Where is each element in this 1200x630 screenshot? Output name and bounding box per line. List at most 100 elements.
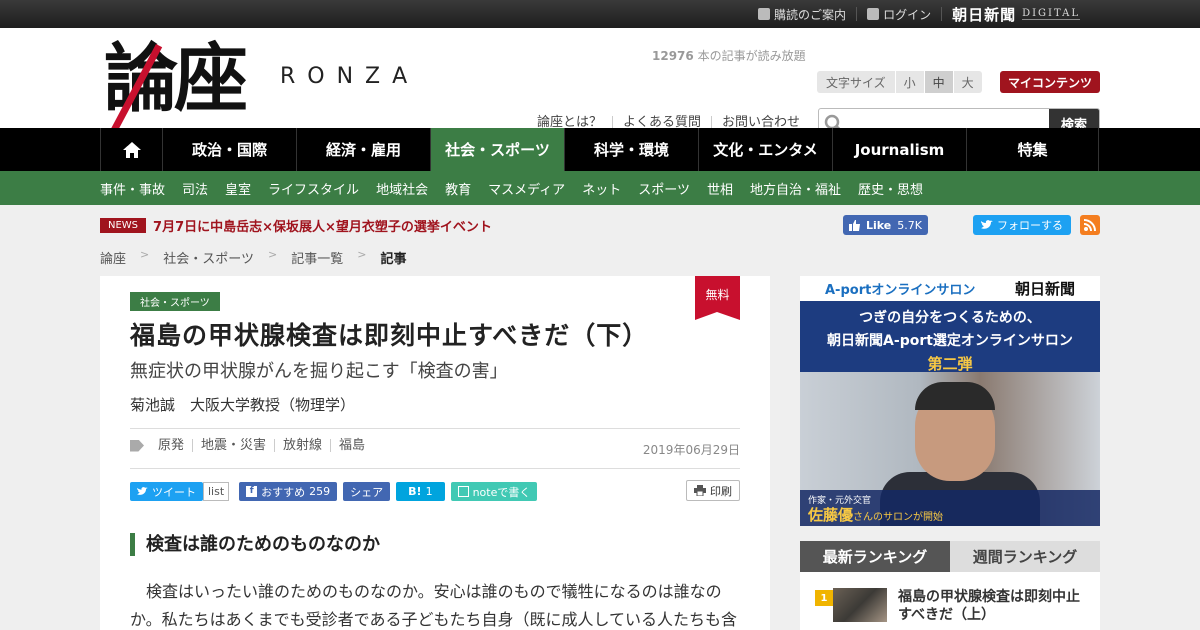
category-badge[interactable]: 社会・スポーツ <box>130 292 220 311</box>
note-icon <box>457 486 469 497</box>
login-label: ログイン <box>883 7 932 22</box>
global-nav: 政治・国際 経済・雇用 社会・スポーツ 科学・環境 文化・エンタメ Journa… <box>0 128 1200 171</box>
ronza-logo[interactable]: 論座 RONZA <box>104 36 454 136</box>
twitter-bird-icon <box>981 220 993 229</box>
subnav-item[interactable]: 世相 <box>707 179 733 198</box>
breadcrumb-item[interactable]: 論座 <box>100 248 126 267</box>
facebook-recommend-button[interactable]: f おすすめ 259 <box>239 482 338 501</box>
ranking-item[interactable]: 1 福島の甲状腺検査は即刻中止すべきだ（上） <box>800 572 1100 630</box>
salon-ad-banner[interactable]: A-portオンラインサロン 朝日新聞 つぎの自分をつくるための、 朝日新聞A-… <box>800 276 1100 526</box>
twitter-follow-button[interactable]: フォローする <box>973 215 1071 235</box>
caption-tail: さんのサロンが開始 <box>853 512 944 523</box>
like-count: 5.7K <box>897 218 922 232</box>
divider <box>130 468 740 469</box>
section-heading: 検査は誰のためのものなのか <box>130 533 380 556</box>
caption-person: 佐藤優 <box>808 506 854 524</box>
breadcrumb-item[interactable]: 社会・スポーツ <box>163 248 254 267</box>
font-size-large[interactable]: 大 <box>953 71 982 93</box>
subnav-item[interactable]: マスメディア <box>488 179 565 198</box>
facebook-icon: f <box>246 486 258 497</box>
digital-label: DIGITAL <box>1022 8 1080 20</box>
thumbs-up-icon <box>849 219 860 231</box>
nav-item-culture[interactable]: 文化・エンタメ <box>699 128 833 171</box>
print-label: 印刷 <box>710 484 732 498</box>
asahi-digital-logo[interactable]: 朝日新聞 DIGITAL <box>942 4 1080 25</box>
note-label: noteで書く <box>472 485 531 499</box>
subscribe-label: 購読のご案内 <box>774 7 847 22</box>
twitter-list-button[interactable]: list <box>203 482 230 501</box>
breadcrumb: 論座 > 社会・スポーツ > 記事一覧 > 記事 <box>100 248 406 267</box>
subnav-item[interactable]: 地域社会 <box>376 179 428 198</box>
ad-header: A-portオンラインサロン 朝日新聞 <box>800 276 1100 301</box>
nav-item-science[interactable]: 科学・環境 <box>565 128 699 171</box>
hatena-bookmark-button[interactable]: B! 1 <box>396 482 445 501</box>
subnav-item[interactable]: 事件・事故 <box>100 179 165 198</box>
ranking-title: 福島の甲状腺検査は即刻中止すべきだ（上） <box>898 589 1080 623</box>
font-size-medium[interactable]: 中 <box>924 71 954 93</box>
news-tag: NEWS <box>100 218 147 233</box>
ad-caption: 作家・元外交官 佐藤優さんのサロンが開始 <box>800 490 1100 526</box>
breadcrumb-item[interactable]: 記事一覧 <box>291 248 343 267</box>
article-body: 検査はいったい誰のためのものなのか。安心は誰のもので犠牲になるのは誰なのか。私た… <box>130 582 738 629</box>
note-button[interactable]: noteで書く <box>450 482 538 501</box>
aport-logo: A-portオンラインサロン <box>825 283 976 298</box>
top-links: 購読のご案内 ログイン 朝日新聞 DIGITAL <box>748 0 1080 28</box>
ranking-tabs: 最新ランキング 週間ランキング <box>800 541 1100 572</box>
free-badge: 無料 <box>695 276 740 320</box>
subnav-item[interactable]: ライフスタイル <box>268 179 359 198</box>
article-card: 社会・スポーツ 無料 福島の甲状腺検査は即刻中止すべきだ（下） 無症状の甲状腺が… <box>100 276 770 630</box>
font-size-label: 文字サイズ <box>817 71 896 93</box>
tweet-label: ツイート <box>152 485 196 499</box>
recommend-count: 259 <box>309 485 331 498</box>
like-label: Like <box>866 218 892 232</box>
divider <box>130 428 740 429</box>
subnav-item[interactable]: 皇室 <box>225 179 251 198</box>
tweet-button[interactable]: ツイート <box>130 482 203 501</box>
nav-home[interactable] <box>101 128 163 171</box>
nav-item-society[interactable]: 社会・スポーツ <box>431 128 565 171</box>
tab-weekly-ranking[interactable]: 週間ランキング <box>950 541 1100 572</box>
top-bar: 購読のご案内 ログイン 朝日新聞 DIGITAL <box>0 0 1200 28</box>
asahi-logo: 朝日新聞 <box>1014 280 1075 298</box>
asahi-brand: 朝日新聞 <box>952 5 1017 24</box>
home-icon <box>122 141 141 158</box>
login-link[interactable]: ログイン <box>857 7 943 22</box>
edit-icon <box>758 8 771 20</box>
read-count: 12976 本の記事が読み放題 <box>652 47 806 64</box>
ranking-thumbnail <box>833 588 887 622</box>
facebook-like-button[interactable]: Like 5.7K <box>843 215 928 235</box>
follow-label: フォローする <box>997 219 1063 232</box>
tag-link[interactable]: 地震・災害 <box>193 439 276 452</box>
subnav-item[interactable]: ネット <box>582 179 621 198</box>
tab-latest-ranking[interactable]: 最新ランキング <box>800 541 950 572</box>
font-size-small[interactable]: 小 <box>895 71 925 93</box>
my-content-button[interactable]: マイコンテンツ <box>1000 71 1100 93</box>
tag-link[interactable]: 原発 <box>150 439 194 452</box>
subnav-item[interactable]: 司法 <box>182 179 208 198</box>
read-count-suffix: 本の記事が読み放題 <box>693 49 806 63</box>
subnav-item[interactable]: 教育 <box>445 179 471 198</box>
hatena-icon: B! <box>408 485 422 498</box>
article-author[interactable]: 菊池誠 大阪大学教授（物理学） <box>130 394 355 415</box>
news-link[interactable]: 7月7日に中島岳志×保坂展人×望月衣塑子の選挙イベント <box>153 216 492 235</box>
news-ticker: NEWS 7月7日に中島岳志×保坂展人×望月衣塑子の選挙イベント <box>100 216 492 235</box>
facebook-share-button[interactable]: シェア <box>343 482 391 501</box>
lock-icon <box>867 8 880 20</box>
site-header: 論座 RONZA 12976 本の記事が読み放題 文字サイズ 小 中 大 マイコ… <box>0 28 1200 139</box>
nav-item-economy[interactable]: 経済・雇用 <box>297 128 431 171</box>
subnav-item[interactable]: 歴史・思想 <box>858 179 923 198</box>
nav-item-journalism[interactable]: Journalism <box>833 128 967 171</box>
font-size-selector: 文字サイズ 小 中 大 <box>817 71 982 93</box>
logo-latin: RONZA <box>280 64 420 89</box>
ad-highlight: 第二弾 <box>927 355 973 373</box>
subnav-item[interactable]: スポーツ <box>638 179 690 198</box>
subscribe-link[interactable]: 購読のご案内 <box>748 7 858 22</box>
nav-item-features[interactable]: 特集 <box>967 128 1099 171</box>
print-button[interactable]: 印刷 <box>686 480 740 501</box>
subnav-item[interactable]: 地方自治・福祉 <box>750 179 841 198</box>
nav-item-politics[interactable]: 政治・国際 <box>163 128 297 171</box>
tag-link[interactable]: 放射線 <box>275 439 332 452</box>
rss-icon[interactable] <box>1080 215 1100 235</box>
breadcrumb-current: 記事 <box>380 252 407 267</box>
tag-link[interactable]: 福島 <box>331 439 373 452</box>
